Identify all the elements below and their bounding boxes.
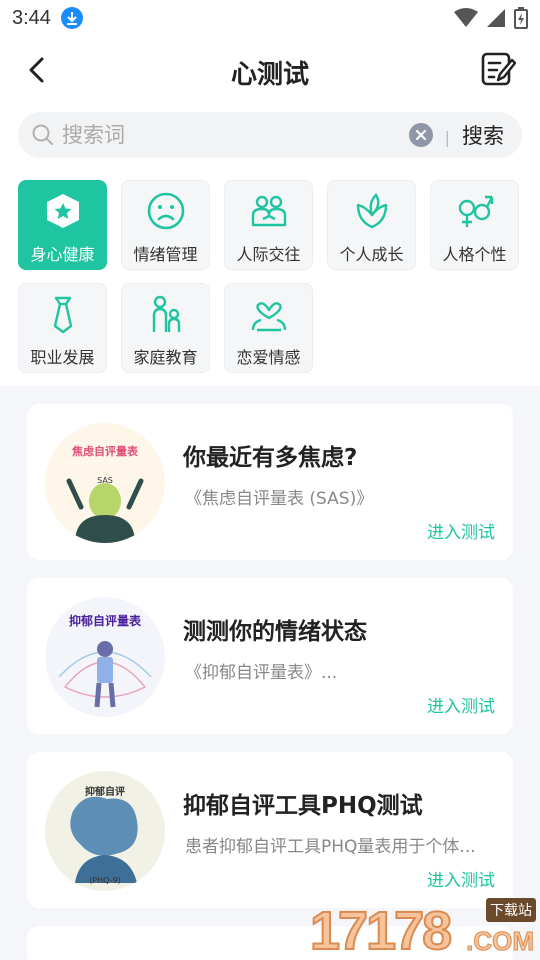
tie-icon	[41, 292, 85, 336]
edit-button[interactable]	[480, 50, 517, 88]
gender-icon	[453, 189, 497, 233]
card-thumbnail: 抑郁自评 (PHQ-9)	[45, 771, 165, 891]
category-emotion[interactable]: 情绪管理	[121, 180, 210, 270]
category-label: 情绪管理	[133, 245, 198, 264]
thumb-subtitle: (PHQ-9)	[89, 876, 121, 885]
status-bar: 3:44	[0, 0, 540, 36]
category-label: 恋爱情感	[236, 348, 301, 367]
shield-star-icon	[41, 189, 85, 233]
start-test-link[interactable]: 进入测试	[427, 692, 495, 717]
test-card[interactable]: 焦虑自评量表 SAS 你最近有多焦虑? 《焦虑自评量表 (SAS)》 进入测试	[27, 404, 513, 560]
family-icon	[144, 292, 188, 336]
search-input[interactable]	[54, 112, 409, 158]
category-label: 职业发展	[30, 348, 95, 367]
watermark-digits: 17178	[309, 900, 453, 960]
watermark-tag: 下载站	[486, 898, 536, 922]
category-mind-body[interactable]: 身心健康	[18, 180, 107, 270]
thumb-title: 抑郁自评量表	[69, 613, 142, 628]
card-title: 你最近有多焦虑?	[183, 445, 358, 471]
category-growth[interactable]: 个人成长	[327, 180, 416, 270]
card-description: 《抑郁自评量表》...	[185, 663, 338, 683]
battery-icon	[514, 7, 528, 29]
category-love[interactable]: 恋爱情感	[224, 283, 313, 373]
card-title: 抑郁自评工具PHQ测试	[183, 793, 423, 819]
top-panel: 心测试 | 搜索 身心健康 情绪管理	[0, 36, 540, 386]
search-icon	[32, 124, 53, 145]
category-social[interactable]: 人际交往	[224, 180, 313, 270]
card-thumbnail: 抑郁自评量表	[45, 597, 165, 717]
thumb-title: 焦虑自评量表	[71, 444, 139, 458]
clear-icon[interactable]	[408, 123, 433, 147]
site-watermark: 17178 下载站 .COM	[309, 896, 538, 960]
card-title: 测测你的情绪状态	[183, 619, 367, 645]
category-label: 人际交往	[236, 245, 301, 264]
download-icon	[60, 7, 83, 29]
watermark-com: .COM	[466, 926, 535, 957]
people-icon	[247, 189, 291, 233]
search-button[interactable]: 搜索	[462, 120, 508, 150]
test-card[interactable]: 抑郁自评 (PHQ-9) 抑郁自评工具PHQ测试 患者抑郁自评工具PHQ量表用于…	[27, 752, 513, 908]
edit-note-icon	[481, 52, 517, 86]
test-card[interactable]: 抑郁自评量表 测测你的情绪状态 《抑郁自评量表》... 进入测试	[27, 578, 513, 734]
category-personality[interactable]: 人格个性	[430, 180, 519, 270]
category-label: 个人成长	[339, 245, 404, 264]
category-label: 家庭教育	[133, 348, 198, 367]
heart-icon	[247, 292, 291, 336]
search-divider: |	[444, 127, 450, 147]
leaf-icon	[350, 189, 394, 233]
search-bar: | 搜索	[18, 112, 522, 158]
header: 心测试	[0, 36, 540, 104]
card-description: 患者抑郁自评工具PHQ量表用于个体...	[185, 837, 476, 857]
start-test-link[interactable]: 进入测试	[427, 866, 495, 891]
category-label: 身心健康	[30, 245, 95, 264]
page-title: 心测试	[230, 60, 309, 90]
start-test-link[interactable]: 进入测试	[427, 518, 495, 543]
category-career[interactable]: 职业发展	[18, 283, 107, 373]
category-label: 人格个性	[442, 245, 507, 264]
card-thumbnail: 焦虑自评量表 SAS	[45, 423, 165, 543]
card-description: 《焦虑自评量表 (SAS)》	[185, 489, 374, 509]
category-family[interactable]: 家庭教育	[121, 283, 210, 373]
thumb-title: 抑郁自评	[85, 785, 125, 798]
wifi-icon	[454, 8, 478, 27]
cell-signal-icon	[487, 9, 505, 27]
sad-face-icon	[144, 189, 188, 233]
status-time: 3:44	[12, 6, 51, 29]
